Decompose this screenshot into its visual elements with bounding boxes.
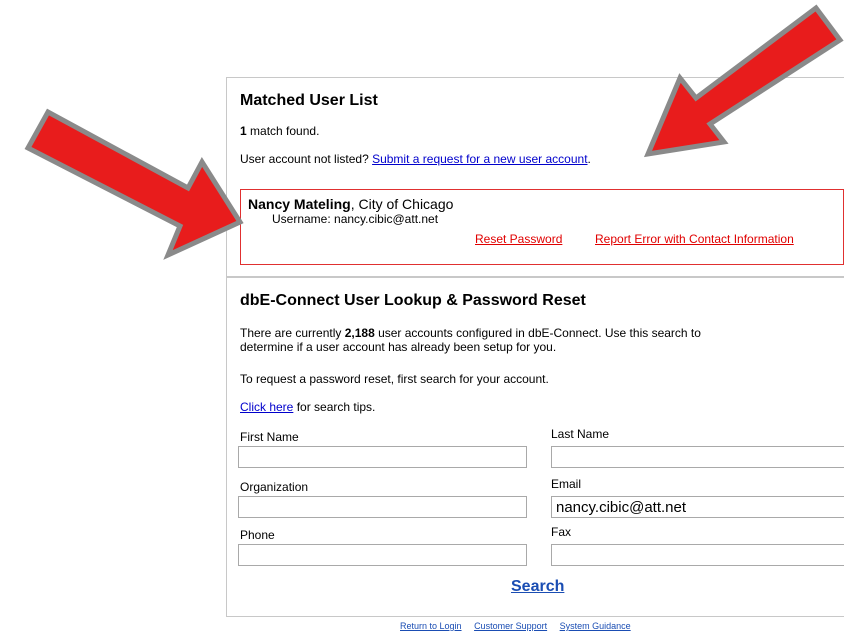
arrow-right-icon [643,4,844,158]
annotation-arrows [24,4,844,260]
arrow-left-icon [24,108,244,260]
